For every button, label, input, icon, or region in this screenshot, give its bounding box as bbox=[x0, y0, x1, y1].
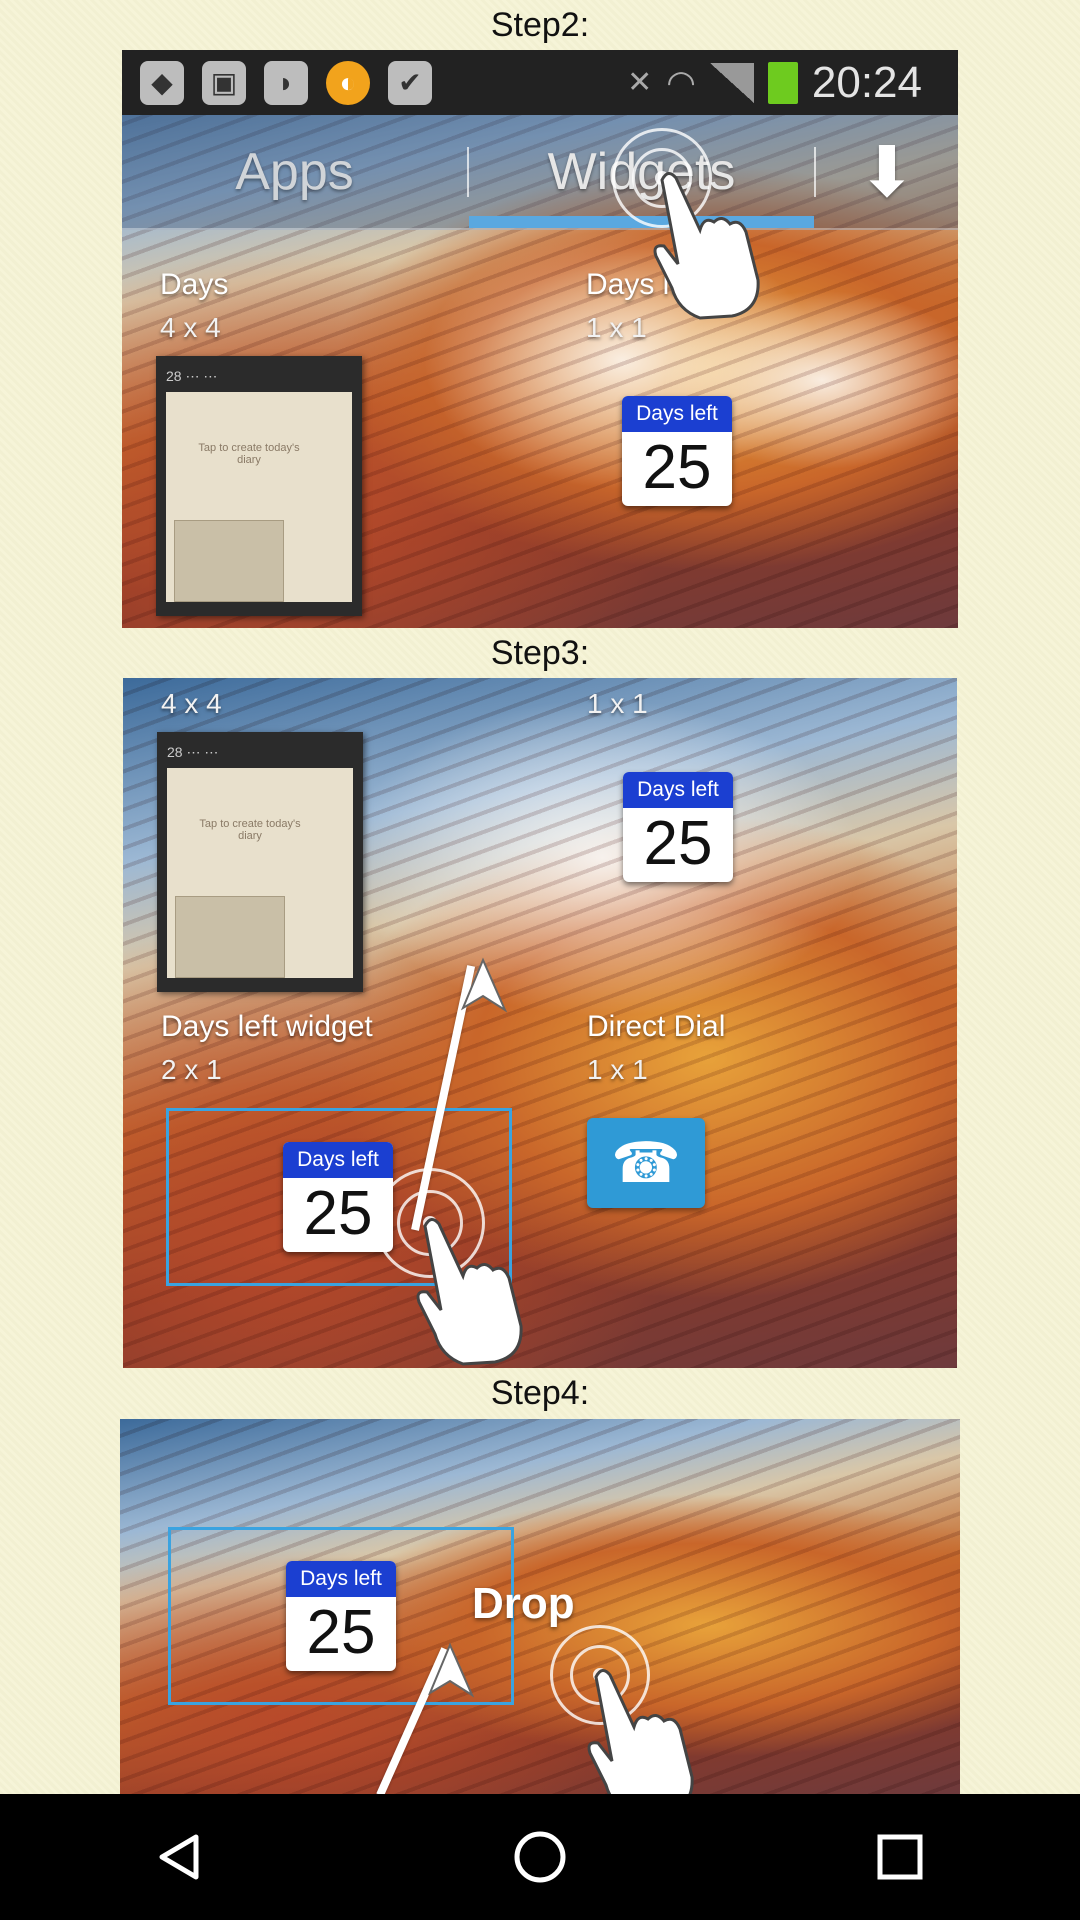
gallery-icon: ▣ bbox=[202, 60, 246, 105]
back-icon bbox=[159, 1834, 199, 1880]
step2-screenshot: ◆ ▣ ◗ ◐ ✔ ✕ ◠ 20:24 Apps Widgets ⬇ Days … bbox=[122, 50, 958, 628]
bag-icon: ◗ bbox=[264, 60, 308, 105]
arrow-head-icon bbox=[460, 957, 508, 1013]
direct-dial-contact-icon[interactable]: ☎ bbox=[587, 1118, 705, 1208]
home-button[interactable] bbox=[495, 1812, 585, 1902]
step3-label: Step3: bbox=[490, 634, 590, 672]
days-widget-preview[interactable]: 28 ⋯ ⋯ Tap to create today's diary bbox=[157, 732, 363, 992]
battery-icon bbox=[767, 61, 798, 104]
home-icon bbox=[514, 1831, 566, 1883]
days-left-widget-placed[interactable]: Days left 25 bbox=[286, 1561, 396, 1671]
days-widget-preview[interactable]: 28 ⋯ ⋯ Tap to create today's diary bbox=[156, 356, 362, 616]
recents-icon bbox=[877, 1834, 923, 1880]
widget-title-days-left-widget: Days left widget bbox=[161, 1010, 373, 1043]
task-icon: ✔ bbox=[388, 60, 432, 105]
diary-header: 28 ⋯ ⋯ bbox=[166, 368, 218, 384]
mute-icon: ✕ bbox=[627, 66, 653, 99]
days-left-widget-preview[interactable]: Days left 25 bbox=[623, 772, 733, 882]
step4-screenshot: Days left 25 Drop bbox=[120, 1419, 960, 1794]
speech-bubble-icon bbox=[174, 520, 284, 602]
widget-size-direct-dial: 1 x 1 bbox=[587, 1054, 648, 1085]
tab-apps[interactable]: Apps bbox=[122, 115, 467, 228]
widget-title-days: Days bbox=[160, 268, 229, 301]
navigation-bar bbox=[0, 1794, 1080, 1920]
days-left-badge: Days left bbox=[283, 1142, 393, 1178]
days-left-badge: Days left bbox=[622, 396, 732, 432]
days-left-number: 25 bbox=[642, 433, 712, 502]
pointing-hand-icon bbox=[416, 1218, 523, 1366]
widget-tabs: Apps Widgets ⬇ bbox=[122, 115, 958, 230]
pointing-hand-icon bbox=[587, 1669, 694, 1794]
arrow-head-icon bbox=[427, 1642, 475, 1698]
widget-size-days: 4 x 4 bbox=[161, 688, 222, 719]
widget-title-direct-dial: Direct Dial bbox=[587, 1010, 726, 1043]
diary-text: Tap to create today's diary bbox=[199, 818, 301, 842]
status-time: 20:24 bbox=[811, 57, 922, 107]
days-left-number: 25 bbox=[643, 809, 713, 878]
widget-size-days: 4 x 4 bbox=[160, 312, 221, 343]
back-button[interactable] bbox=[135, 1812, 225, 1902]
step3-screenshot: 4 x 4 1 x 1 28 ⋯ ⋯ Tap to create today's… bbox=[123, 678, 957, 1368]
step2-label: Step2: bbox=[490, 6, 590, 44]
recents-button[interactable] bbox=[855, 1812, 945, 1902]
diary-header: 28 ⋯ ⋯ bbox=[167, 744, 219, 760]
days-left-widget-preview[interactable]: Days left 25 bbox=[622, 396, 732, 506]
download-icon[interactable]: ⬇ bbox=[816, 115, 958, 228]
drop-label: Drop bbox=[472, 1579, 575, 1628]
pointing-hand-icon bbox=[653, 172, 760, 320]
diary-text: Tap to create today's diary bbox=[198, 442, 300, 466]
widget-size-days-left-widget: 2 x 1 bbox=[161, 1054, 222, 1085]
days-left-badge: Days left bbox=[286, 1561, 396, 1597]
circle-app-icon: ◐ bbox=[326, 60, 370, 105]
wifi-icon: ◠ bbox=[666, 63, 696, 102]
dropbox-icon: ◆ bbox=[140, 60, 184, 105]
status-bar: ◆ ▣ ◗ ◐ ✔ ✕ ◠ 20:24 bbox=[122, 50, 958, 115]
days-left-badge: Days left bbox=[623, 772, 733, 808]
days-left-number: 25 bbox=[306, 1598, 376, 1667]
widget-size-days-left: 1 x 1 bbox=[587, 688, 648, 719]
widget-size-days-left: 1 x 1 bbox=[586, 312, 647, 343]
step4-label: Step4: bbox=[490, 1374, 590, 1412]
signal-icon bbox=[709, 62, 754, 103]
speech-bubble-icon bbox=[175, 896, 285, 978]
